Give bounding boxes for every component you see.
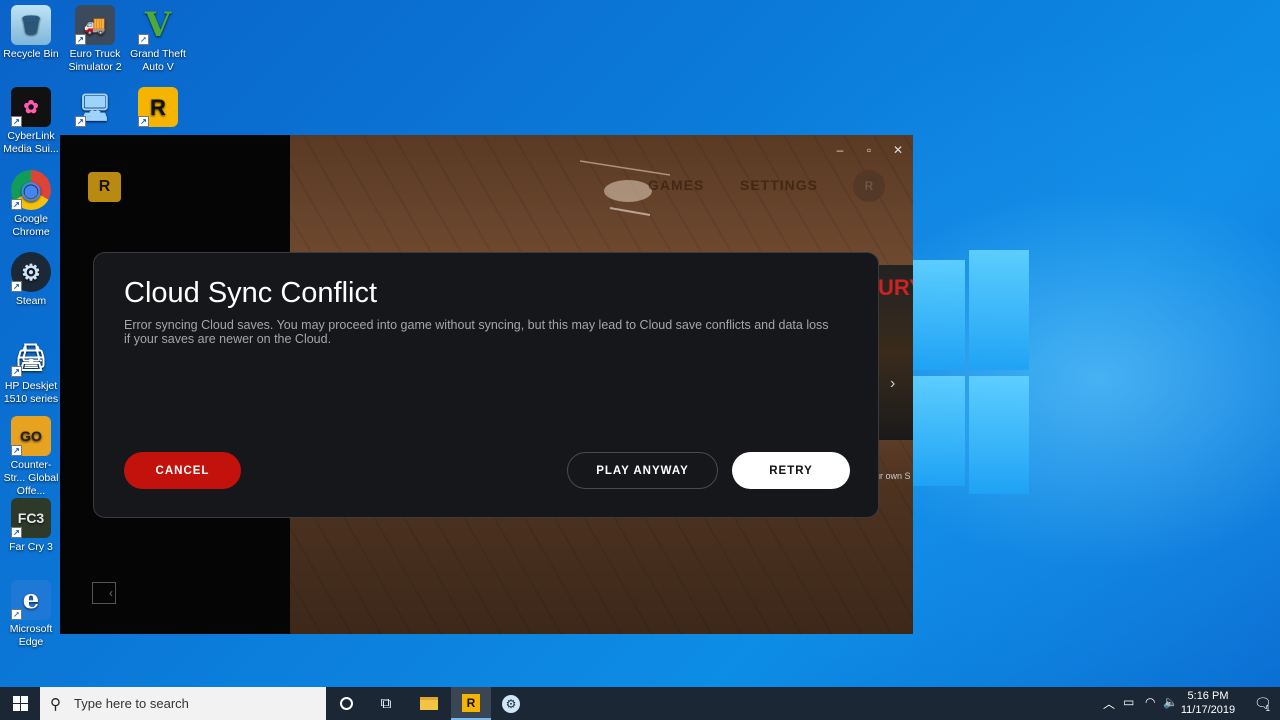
desktop-icon-label: Grand Theft Auto V [130,48,186,73]
desktop-icon-recycle-bin[interactable]: 🗑 Recycle Bin [0,5,62,61]
folder-icon [420,697,438,710]
minimize-button[interactable]: – [826,141,854,159]
cancel-button[interactable]: CANCEL [124,452,241,489]
cyberlink-icon: ✿ ↗ [11,87,51,127]
desktop-icon-chrome[interactable]: ◉ ↗ Google Chrome [0,170,62,239]
desktop-icon-cyberlink[interactable]: ✿ ↗ CyberLink Media Sui... [0,87,62,156]
desktop-icon-label: Recycle Bin [3,48,59,60]
desktop-icon-steam[interactable]: ⚙ ↗ Steam [0,252,62,308]
close-button[interactable]: ✕ [884,141,912,159]
desktop-icon-label: Google Chrome [12,213,50,238]
edge-icon: e ↗ [11,580,51,620]
chevron-up-icon[interactable]: ︿ [1103,695,1115,712]
nav-settings[interactable]: SETTINGS [740,177,818,193]
cortana-circle-icon [339,697,353,710]
windows-logo-wallpaper [905,250,1030,495]
task-view-icon: ⧉ [380,695,392,712]
retry-button[interactable]: RETRY [732,452,850,489]
taskbar: ⚲ Type here to search ⧉ R ⚙ ︿ ▭ ◠ 🔈 5:16… [0,687,1280,720]
clock-date: 11/17/2019 [1180,704,1236,716]
chrome-icon: ◉ ↗ [11,170,51,210]
task-view-button[interactable]: ⧉ [366,687,406,720]
battery-icon[interactable]: ▭ [1123,695,1134,709]
csgo-icon: GO ↗ [11,416,51,456]
notification-count: 1 [1265,704,1271,713]
file-explorer-button[interactable] [409,687,449,720]
desktop-icon-euro-truck[interactable]: 🚚 ↗ Euro Truck Simulator 2 [64,5,126,74]
rockstar-icon: R [462,693,480,712]
rockstar-icon: R ↗ [138,87,178,127]
desktop-icon-label: Far Cry 3 [9,541,53,553]
clock-time: 5:16 PM [1187,690,1229,702]
desktop-icon-rockstar[interactable]: R ↗ [127,87,189,130]
chevron-right-icon[interactable]: › [890,375,895,393]
start-button[interactable] [0,687,40,720]
volume-icon[interactable]: 🔈 [1163,695,1178,709]
desktop-icon-label: HP Deskjet 1510 series [3,380,59,405]
far-cry-icon: FC3 ↗ [11,498,51,538]
recycle-bin-icon: 🗑 [11,5,51,45]
maximize-button[interactable]: ▫ [855,141,883,159]
search-icon: ⚲ [50,695,61,713]
action-center-button[interactable]: 🗨 1 [1244,687,1280,720]
desktop-icon-hp-deskjet[interactable]: 🖨 ↗ HP Deskjet 1510 series [0,337,62,406]
nav-games[interactable]: GAMES [648,177,704,193]
play-anyway-button[interactable]: PLAY ANYWAY [567,452,718,489]
dialog-message: Error syncing Cloud saves. You may proce… [124,318,829,346]
steam-icon: ⚙ [502,694,520,713]
printer-icon: 🖨 ↗ [11,337,51,377]
windows-start-icon [12,696,28,711]
desktop-icon-far-cry-3[interactable]: FC3 ↗ Far Cry 3 [0,498,62,554]
rockstar-logo-icon[interactable]: R [88,172,121,202]
desktop-icon-label: Counter-Str... Global Offe... [3,459,59,497]
system-clock[interactable]: 5:16 PM 11/17/2019 [1180,689,1236,717]
steam-icon: ⚙ ↗ [11,252,51,292]
taskbar-search-box[interactable]: ⚲ Type here to search [40,687,326,720]
cortana-button[interactable] [326,687,366,720]
avatar[interactable]: R [853,170,885,202]
desktop-icon-edge[interactable]: e ↗ Microsoft Edge [0,580,62,649]
featured-game-title: URY [878,275,913,300]
steam-taskbar-button[interactable]: ⚙ [491,687,531,720]
search-placeholder: Type here to search [74,696,189,711]
computer-icon: 🖥 ↗ [75,87,115,127]
rockstar-taskbar-button[interactable]: R [451,687,491,720]
featured-game-text: ur own S [875,471,911,481]
gta-v-icon: V ↗ [138,5,178,45]
collapse-sidebar-icon[interactable]: ‹ [92,582,116,604]
desktop-icon-gta-v[interactable]: V ↗ Grand Theft Auto V [127,5,189,74]
desktop-icon-label: Steam [15,295,47,307]
truck-icon: 🚚 ↗ [75,5,115,45]
desktop-icon-label: Euro Truck Simulator 2 [68,48,122,73]
desktop-icon-csgo[interactable]: GO ↗ Counter-Str... Global Offe... [0,416,62,498]
desktop-icon-label: CyberLink Media Sui... [3,130,59,155]
desktop-icon-this-pc[interactable]: 🖥 ↗ [64,87,126,130]
dialog-title: Cloud Sync Conflict [124,277,378,309]
desktop-icon-label: Microsoft Edge [9,623,53,648]
wifi-icon[interactable]: ◠ [1145,695,1155,709]
cloud-sync-conflict-dialog: Cloud Sync Conflict Error syncing Cloud … [93,252,879,518]
